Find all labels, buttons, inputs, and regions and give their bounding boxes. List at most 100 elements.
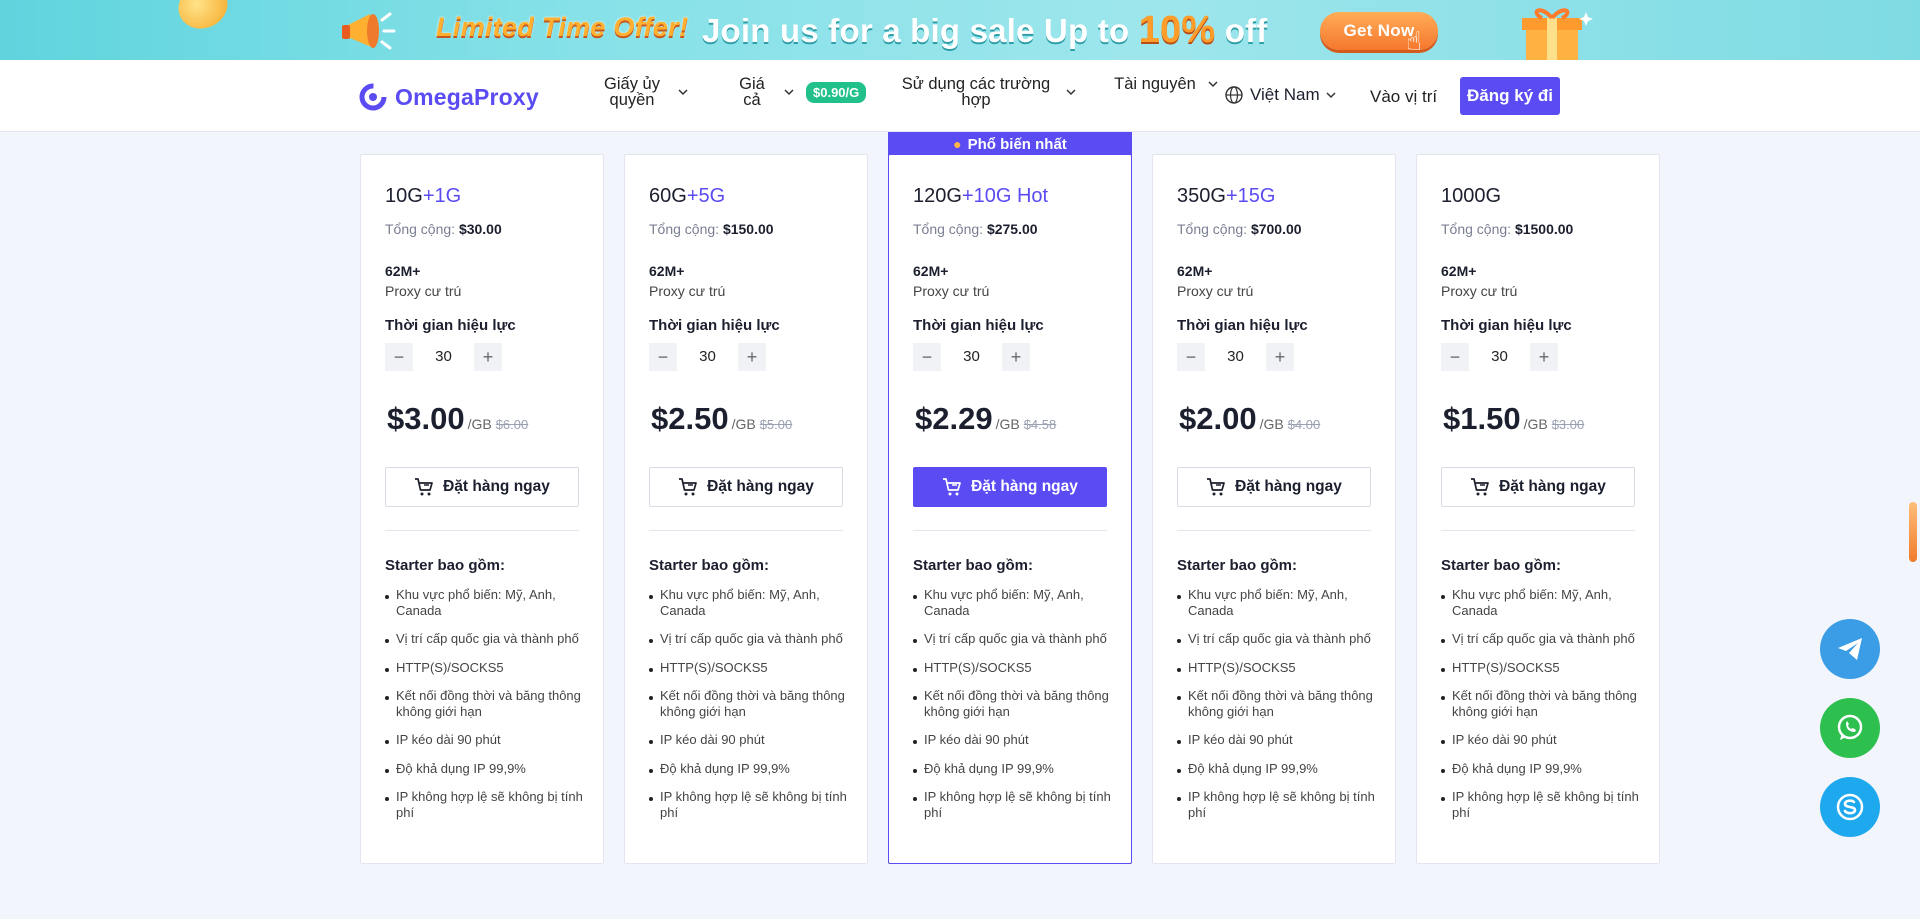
most-popular-label: Phổ biến nhất: [967, 135, 1067, 153]
pricing-card: 10G+1G Tổng cộng: $30.00 62M+ Proxy cư trú T…: [360, 154, 604, 864]
order-now-button[interactable]: Đặt hàng ngay: [385, 467, 579, 507]
increment-button[interactable]: +: [1530, 343, 1558, 371]
decrement-button[interactable]: −: [385, 343, 413, 371]
logo[interactable]: OmegaProxy: [358, 82, 539, 112]
feature-item: IP không hợp lệ sẽ không bị tính phí: [385, 789, 585, 820]
ip-count: 62M+: [649, 263, 685, 279]
feature-item: HTTP(S)/SOCKS5: [1177, 660, 1377, 676]
price-unit: /GB: [995, 416, 1020, 432]
plan-title: 10G+1G: [385, 185, 462, 207]
price-unit: /GB: [1259, 416, 1284, 432]
decrement-button[interactable]: −: [913, 343, 941, 371]
plan-total: Tổng cộng: $700.00: [1177, 221, 1302, 237]
plan-price: $2.29/GB $4.58: [915, 401, 1056, 437]
increment-button[interactable]: +: [1266, 343, 1294, 371]
days-value[interactable]: 30: [941, 343, 1002, 371]
decrement-button[interactable]: −: [649, 343, 677, 371]
feature-list: Khu vực phổ biến: Mỹ, Anh, Canada Vị trí …: [649, 587, 849, 833]
decrement-button[interactable]: −: [1441, 343, 1469, 371]
nav-authorization[interactable]: Giấy ủy quyền: [596, 76, 688, 108]
nav-pricing-label: Giá cả: [739, 75, 765, 109]
price-value: $2.50: [651, 401, 729, 436]
telegram-button[interactable]: [1820, 619, 1880, 679]
includes-label: Starter bao gồm:: [1441, 557, 1562, 574]
days-stepper: −30 +: [385, 343, 502, 371]
feature-item: IP kéo dài 90 phút: [1441, 732, 1641, 748]
plan-price: $2.50/GB $5.00: [651, 401, 792, 437]
price-value: $1.50: [1443, 401, 1521, 436]
pricing-card: 1000G Tổng cộng: $1500.00 62M+ Proxy cư trú…: [1416, 154, 1660, 864]
feature-item: Kết nối đồng thời và băng thông không gi…: [1177, 688, 1377, 719]
feature-list: Khu vực phổ biến: Mỹ, Anh, Canada Vị trí …: [1441, 587, 1641, 833]
whatsapp-icon: [1837, 714, 1863, 740]
divider: [385, 530, 579, 531]
feature-item: Độ khả dụng IP 99,9%: [1441, 761, 1641, 777]
gift-box-icon: [1522, 8, 1593, 60]
feature-list: Khu vực phổ biến: Mỹ, Anh, Canada Vị trí …: [1177, 587, 1377, 833]
ip-type: Proxy cư trú: [385, 283, 462, 299]
days-value[interactable]: 30: [413, 343, 474, 371]
nav-use-cases[interactable]: Sử dụng các trường hợp: [896, 76, 1076, 108]
plan-title: 1000G: [1441, 185, 1502, 207]
ip-type: Proxy cư trú: [913, 283, 990, 299]
price-value: $2.29: [915, 401, 993, 436]
nav-pricing[interactable]: Giá cả $0.90/G: [730, 75, 867, 109]
scrollbar-thumb[interactable]: [1909, 502, 1917, 562]
old-price: $3.00: [1551, 417, 1585, 432]
price-value: $2.00: [1179, 401, 1257, 436]
register-button[interactable]: Đăng ký đi: [1460, 77, 1560, 115]
pointer-hand-icon: ☝: [1406, 26, 1422, 56]
increment-button[interactable]: +: [1002, 343, 1030, 371]
chevron-down-icon: [1326, 92, 1336, 99]
skype-button[interactable]: [1820, 777, 1880, 837]
days-value[interactable]: 30: [1205, 343, 1266, 371]
globe-icon: [1225, 86, 1243, 104]
days-value[interactable]: 30: [1469, 343, 1530, 371]
days-stepper: −30 +: [649, 343, 766, 371]
order-now-button[interactable]: Đặt hàng ngay: [1441, 467, 1635, 507]
increment-button[interactable]: +: [474, 343, 502, 371]
divider: [913, 530, 1107, 531]
nav-use-cases-label: Sử dụng các trường hợp: [901, 75, 1051, 109]
feature-item: Vị trí cấp quốc gia và thành phố: [913, 631, 1113, 647]
feature-item: HTTP(S)/SOCKS5: [913, 660, 1113, 676]
order-label: Đặt hàng ngay: [1499, 478, 1606, 495]
increment-button[interactable]: +: [738, 343, 766, 371]
days-value[interactable]: 30: [677, 343, 738, 371]
feature-item: Độ khả dụng IP 99,9%: [385, 761, 585, 777]
decrement-button[interactable]: −: [1177, 343, 1205, 371]
feature-item: HTTP(S)/SOCKS5: [1441, 660, 1641, 676]
feature-item: Độ khả dụng IP 99,9%: [649, 761, 849, 777]
whatsapp-button[interactable]: [1820, 698, 1880, 758]
signin-link[interactable]: Vào vị trí: [1370, 87, 1437, 107]
feature-item: Khu vực phổ biến: Mỹ, Anh, Canada: [913, 587, 1113, 618]
cart-icon: [1207, 478, 1225, 496]
ip-count: 62M+: [1441, 263, 1477, 279]
feature-item: Độ khả dụng IP 99,9%: [913, 761, 1113, 777]
coin-decoration: [171, 0, 235, 37]
old-price: $5.00: [759, 417, 793, 432]
nav-resources[interactable]: Tài nguyên: [1112, 76, 1218, 92]
plan-title: 120G+10G Hot: [913, 185, 1049, 207]
plan-total: Tổng cộng: $30.00: [385, 221, 502, 237]
plan-title: 350G+15G: [1177, 185, 1276, 207]
language-selector[interactable]: Việt Nam: [1224, 85, 1336, 105]
feature-item: IP kéo dài 90 phút: [649, 732, 849, 748]
pricing-card: 350G+15G Tổng cộng: $700.00 62M+ Proxy cư t…: [1152, 154, 1396, 864]
includes-label: Starter bao gồm:: [649, 557, 770, 574]
price-badge: $0.90/G: [806, 81, 867, 103]
feature-list: Khu vực phổ biến: Mỹ, Anh, Canada Vị trí …: [385, 587, 585, 833]
feature-item: HTTP(S)/SOCKS5: [385, 660, 585, 676]
megaphone-icon: [342, 12, 396, 50]
order-now-button[interactable]: Đặt hàng ngay: [913, 467, 1107, 507]
fire-icon: ●: [953, 136, 962, 152]
divider: [1177, 530, 1371, 531]
feature-item: HTTP(S)/SOCKS5: [649, 660, 849, 676]
most-popular-ribbon: ● Phổ biến nhất: [888, 132, 1132, 156]
order-now-button[interactable]: Đặt hàng ngay: [649, 467, 843, 507]
feature-list: Khu vực phổ biến: Mỹ, Anh, Canada Vị trí …: [913, 587, 1113, 833]
omegaproxy-logo-icon: [359, 83, 387, 111]
order-now-button[interactable]: Đặt hàng ngay: [1177, 467, 1371, 507]
promo-banner[interactable]: Limited Time Offer! Join us for a big sa…: [0, 0, 1920, 60]
order-label: Đặt hàng ngay: [443, 478, 550, 495]
